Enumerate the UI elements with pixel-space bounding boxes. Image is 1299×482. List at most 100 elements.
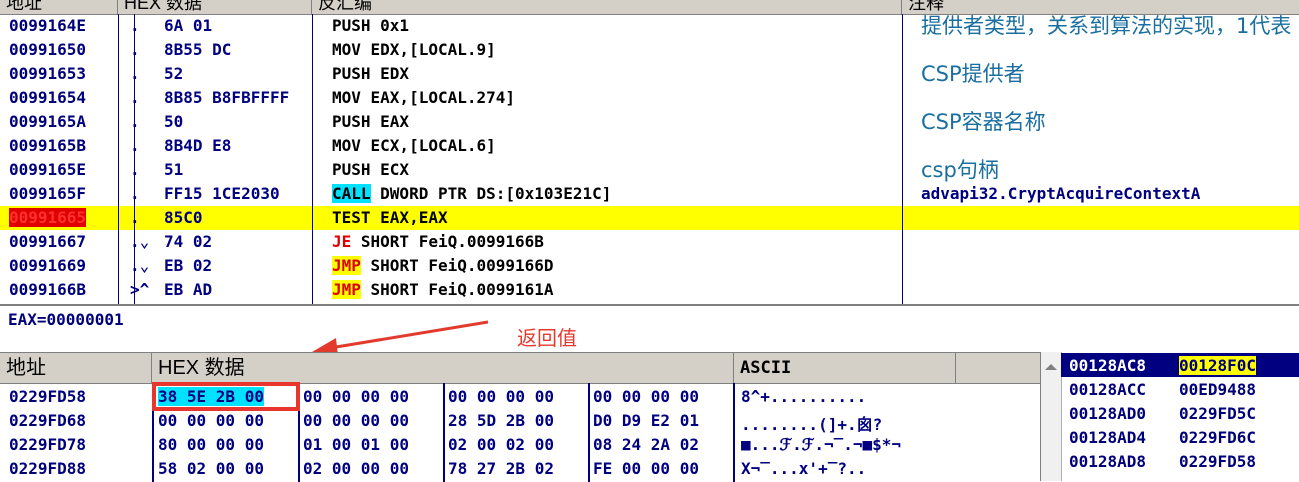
row-comment: csp句柄	[921, 158, 999, 182]
dump-row[interactable]: 0229FD68 00 00 00 00 00 00 00 00 28 5D 2B 0…	[0, 409, 1040, 434]
register-info-text: EAX=00000001	[8, 310, 124, 329]
dump-ascii: ■...ℱ.ℱ.¬‾.¬■$*¬	[741, 435, 902, 454]
instruction-operands: MOV EAX,[LOCAL.274]	[332, 88, 516, 107]
disassembly-row[interactable]: 00991653.52PUSH EDXCSP提供者	[0, 62, 1299, 86]
stack-scrollbar[interactable]	[1041, 352, 1062, 481]
stack-value: 0229FD58	[1179, 452, 1257, 471]
col-header-disasm[interactable]: 反汇编	[312, 0, 902, 14]
stack-pane[interactable]: 00128AC8 00128F0C 00128ACC 00ED9488 00128AD0…	[1040, 352, 1299, 481]
row-hex: 52	[164, 64, 184, 83]
stack-row[interactable]: 00128AD4 0229FD6C	[1061, 425, 1299, 449]
row-hex: 8B55 DC	[164, 40, 232, 59]
stack-value: 00128F0C	[1179, 356, 1257, 375]
row-disassembly: MOV EAX,[LOCAL.274]	[332, 88, 515, 107]
row-hex: EB 02	[164, 256, 213, 275]
row-address: 00991650	[9, 40, 87, 59]
disassembly-row[interactable]: 0099165B.8B4D E8MOV ECX,[LOCAL.6]	[0, 134, 1299, 158]
row-hex: 51	[164, 160, 184, 179]
dump-hex-group: 78 27 2B 02	[448, 459, 554, 478]
info-pane: EAX=00000001	[0, 304, 1299, 354]
instruction-keyword: CALL	[332, 184, 371, 203]
row-comment: 提供者类型，关系到算法的实现，1代表	[921, 14, 1292, 38]
row-disassembly: MOV ECX,[LOCAL.6]	[332, 136, 496, 155]
dump-col-header-ascii[interactable]: ASCII	[734, 353, 956, 383]
row-marker: .⌄	[130, 232, 150, 251]
col-header-address[interactable]: 地址	[0, 0, 118, 14]
row-address: 0099165B	[9, 136, 87, 155]
disassembly-row[interactable]: 00991669 .⌄ EB 02 JMP SHORT FeiQ.0099166D	[0, 254, 1299, 278]
row-disassembly: CALL DWORD PTR DS:[0x103E21C]	[332, 184, 611, 203]
dump-hex-group: 80 00 00 00	[158, 435, 264, 454]
row-address: 0099165F	[9, 184, 87, 203]
disassembly-row[interactable]: 0099165A.50PUSH EAXCSP容器名称	[0, 110, 1299, 134]
dump-hex-group: 08 24 2A 02	[593, 435, 699, 454]
instruction-operands: SHORT FeiQ.0099166B	[351, 232, 544, 251]
stack-row[interactable]: 00128AD8 0229FD58	[1061, 449, 1299, 473]
row-hex: 74 02	[164, 232, 213, 251]
column-divider	[902, 14, 903, 304]
dump-col-header-address[interactable]: 地址	[0, 353, 152, 383]
row-comment: CSP提供者	[921, 62, 1025, 86]
instruction-operands: SHORT FeiQ.0099161A	[360, 280, 554, 299]
row-address: 0099165E	[9, 160, 87, 179]
column-divider	[312, 14, 313, 304]
disassembly-row[interactable]: 0099166B >^ EB AD JMP SHORT FeiQ.0099161A	[0, 278, 1299, 302]
stack-value: 0229FD5C	[1179, 404, 1257, 423]
dump-hex-group: 02 00 02 00	[448, 435, 554, 454]
row-address: 0099165A	[9, 112, 87, 131]
dump-row[interactable]: 0229FD88 58 02 00 00 02 00 00 00 78 27 2B 0…	[0, 457, 1040, 481]
row-disassembly: JE SHORT FeiQ.0099166B	[332, 232, 544, 251]
row-address: 00991654	[9, 88, 87, 107]
stack-address: 00128AD0	[1069, 404, 1147, 423]
column-divider	[118, 14, 119, 304]
disassembly-row[interactable]: 0099164E.6A 01PUSH 0x1提供者类型，关系到算法的实现，1代表	[0, 14, 1299, 38]
row-marker: >^	[130, 280, 150, 299]
row-address: 0099164E	[9, 16, 87, 35]
col-header-hex[interactable]: HEX 数据	[118, 0, 312, 14]
stack-row[interactable]: 00128AC8 00128F0C	[1061, 353, 1299, 377]
disassembly-row[interactable]: 00991665.85C0TEST EAX,EAX	[0, 206, 1299, 230]
instruction-operands: SHORT FeiQ.0099166D	[360, 256, 554, 275]
disassembly-row[interactable]: 00991650.8B55 DCMOV EDX,[LOCAL.9]	[0, 38, 1299, 62]
dump-hex-group: 01 00 01 00	[303, 435, 409, 454]
row-address: 00991653	[9, 64, 87, 83]
disassembly-row[interactable]: 00991667 .⌄ 74 02 JE SHORT FeiQ.0099166B	[0, 230, 1299, 254]
stack-value: 00ED9488	[1179, 380, 1257, 399]
dump-ascii: 8^+..........	[741, 387, 867, 406]
scroll-up-icon[interactable]	[1041, 358, 1061, 378]
stack-row[interactable]: 00128ACC 00ED9488	[1061, 377, 1299, 401]
memory-dump-pane[interactable]: 地址 HEX 数据 ASCII 0229FD58 38 5E 2B 00 00 00…	[0, 352, 1040, 482]
row-disassembly: JMP SHORT FeiQ.0099166D	[332, 256, 554, 275]
row-hex: FF15 1CE2030	[164, 184, 280, 203]
instruction-operands: PUSH EAX	[332, 112, 410, 131]
instruction-operands: TEST EAX,EAX	[332, 208, 448, 227]
dump-row-address: 0229FD58	[9, 387, 87, 406]
row-comment: advapi32.CryptAcquireContextA	[921, 184, 1201, 203]
row-disassembly: PUSH EDX	[332, 64, 409, 83]
stack-row[interactable]: 00128AD0 0229FD5C	[1061, 401, 1299, 425]
instruction-operands: MOV EDX,[LOCAL.9]	[332, 40, 496, 59]
dump-row[interactable]: 0229FD78 80 00 00 00 01 00 01 00 02 00 02 0…	[0, 433, 1040, 457]
disassembly-row[interactable]: 0099165E.51PUSH ECXcsp句柄	[0, 158, 1299, 182]
instruction-operands: PUSH EDX	[332, 64, 410, 83]
row-disassembly: PUSH ECX	[332, 160, 409, 179]
dump-ascii: ........(]+.囪?	[741, 415, 883, 434]
dump-hex-group: FE 00 00 00	[593, 459, 699, 478]
annotation-label: 返回值	[517, 326, 577, 350]
dump-ascii: X¬‾...x'+‾?..	[741, 459, 867, 478]
dump-row-address: 0229FD68	[9, 411, 87, 430]
dump-col-header-hex[interactable]: HEX 数据	[152, 353, 734, 383]
disassembly-row[interactable]: 00991654.8B85 B8FBFFFFMOV EAX,[LOCAL.274…	[0, 86, 1299, 110]
instruction-keyword: JMP	[332, 280, 361, 299]
row-address: 00991667	[9, 232, 87, 251]
disassembly-row[interactable]: 0099165F.FF15 1CE2030CALL DWORD PTR DS:[…	[0, 182, 1299, 206]
row-disassembly: TEST EAX,EAX	[332, 208, 448, 227]
dump-hex-group: 00 00 00 00	[303, 387, 409, 406]
row-hex: 50	[164, 112, 184, 131]
row-hex: EB AD	[164, 280, 213, 299]
instruction-keyword: JE	[332, 232, 352, 251]
disassembly-pane[interactable]: 地址 HEX 数据 反汇编 注释 0099164E.6A 01PUSH 0x1提…	[0, 0, 1299, 304]
row-hex: 8B4D E8	[164, 136, 232, 155]
row-hex: 8B85 B8FBFFFF	[164, 88, 290, 107]
row-disassembly: PUSH EAX	[332, 112, 409, 131]
